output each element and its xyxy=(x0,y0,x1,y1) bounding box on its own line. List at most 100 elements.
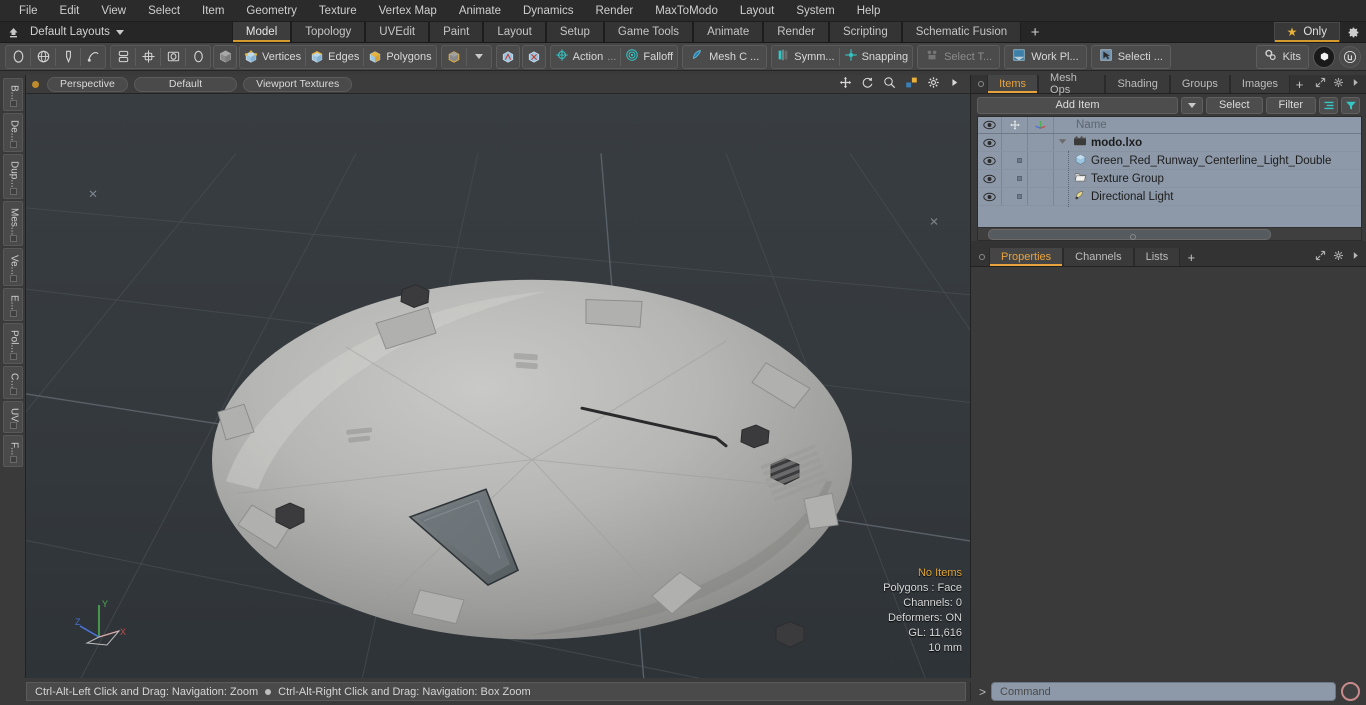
selection-sets-button[interactable]: Selecti ... xyxy=(1090,44,1171,69)
panel-splitter[interactable] xyxy=(971,241,1366,248)
mode-edges-button[interactable]: Edges xyxy=(306,46,363,68)
column-header-visibility[interactable] xyxy=(978,117,1002,133)
tree-item-directional-light[interactable]: Directional Light xyxy=(1054,189,1361,205)
menu-item-file[interactable]: File xyxy=(8,0,49,22)
globe-icon[interactable] xyxy=(31,46,55,68)
menu-item-render[interactable]: Render xyxy=(584,0,644,22)
vtab-curve[interactable]: C... xyxy=(2,365,23,400)
select-button[interactable]: Select xyxy=(1205,96,1263,114)
add-item-dropdown[interactable] xyxy=(1180,96,1203,114)
tab-schematic-fusion[interactable]: Schematic Fusion xyxy=(901,22,1022,42)
menu-item-texture[interactable]: Texture xyxy=(308,0,368,22)
unreal-logo-icon[interactable] xyxy=(1339,45,1361,68)
mode-vertices-button[interactable]: Vertices xyxy=(240,46,305,68)
transform-cell[interactable] xyxy=(1002,152,1028,169)
tree-item-scene[interactable]: modo.lxo xyxy=(1054,135,1361,150)
tab-shading[interactable]: Shading xyxy=(1105,75,1170,93)
layout-preset-dropdown[interactable]: Default Layouts xyxy=(26,22,134,42)
symmetry-button[interactable]: Symm... xyxy=(772,46,838,68)
menu-item-select[interactable]: Select xyxy=(137,0,191,22)
ellipse-icon[interactable] xyxy=(6,46,30,68)
tab-lists[interactable]: Lists xyxy=(1133,248,1181,266)
tab-model[interactable]: Model xyxy=(231,22,292,42)
select-through-icon[interactable] xyxy=(495,44,520,69)
tab-game-tools[interactable]: Game Tools xyxy=(603,22,694,42)
vtab-uv[interactable]: UV xyxy=(2,401,23,434)
home-up-icon[interactable] xyxy=(0,22,26,42)
pan-icon[interactable] xyxy=(839,76,852,92)
viewport-view-mode-dropdown[interactable]: Perspective xyxy=(47,76,128,92)
transform-cell[interactable] xyxy=(1002,188,1028,205)
table-row[interactable]: Texture Group xyxy=(978,170,1361,188)
cube-icon[interactable] xyxy=(213,44,237,69)
curve-icon[interactable] xyxy=(81,46,105,68)
panel-handle-icon[interactable] xyxy=(975,75,987,93)
menu-item-system[interactable]: System xyxy=(785,0,845,22)
tab-channels[interactable]: Channels xyxy=(1063,248,1134,266)
tree-item-texture-group[interactable]: Texture Group xyxy=(1054,171,1361,186)
menu-item-maxtomodo[interactable]: MaxToModo xyxy=(644,0,729,22)
oval-icon[interactable] xyxy=(186,46,210,68)
menu-item-animate[interactable]: Animate xyxy=(448,0,512,22)
tab-scripting[interactable]: Scripting xyxy=(828,22,902,42)
vtab-deform[interactable]: De... xyxy=(2,113,23,153)
funnel-icon[interactable] xyxy=(1341,96,1360,114)
chevron-right-icon[interactable] xyxy=(1351,78,1360,90)
menu-item-vertex-map[interactable]: Vertex Map xyxy=(368,0,448,22)
snapping-button[interactable]: Snapping xyxy=(840,46,913,68)
gear-icon[interactable] xyxy=(1333,77,1344,91)
zoom-icon[interactable] xyxy=(883,76,896,92)
rotate-icon[interactable] xyxy=(861,76,874,92)
gear-icon[interactable] xyxy=(1340,22,1366,42)
vtab-basic[interactable]: B... xyxy=(2,78,23,112)
pen-icon[interactable] xyxy=(56,46,80,68)
vtab-fusion[interactable]: F... xyxy=(2,435,23,467)
column-header-transform[interactable] xyxy=(1002,117,1028,133)
axis-cell[interactable] xyxy=(1028,188,1054,205)
gear-icon[interactable] xyxy=(1333,250,1344,264)
command-input[interactable]: Command xyxy=(991,682,1336,701)
kits-button[interactable]: Kits xyxy=(1255,44,1309,69)
menu-item-layout[interactable]: Layout xyxy=(729,0,786,22)
falloff-button[interactable]: Falloff xyxy=(621,46,677,68)
play-icon[interactable] xyxy=(949,77,960,91)
menu-item-geometry[interactable]: Geometry xyxy=(235,0,308,22)
select-through-button[interactable]: Select T... xyxy=(917,44,1001,69)
visibility-toggle[interactable] xyxy=(978,134,1002,151)
work-plane-button[interactable]: Work Pl... xyxy=(1004,44,1087,69)
table-row[interactable]: Green_Red_Runway_Centerline_Light_Double xyxy=(978,152,1361,170)
viewport-preset-dropdown[interactable]: Default xyxy=(133,76,238,92)
tab-topology[interactable]: Topology xyxy=(291,22,366,42)
tab-layout[interactable]: Layout xyxy=(483,22,546,42)
mesh-constraint-button[interactable]: Mesh C ... xyxy=(682,44,768,69)
chevron-right-icon[interactable] xyxy=(1351,251,1360,263)
vtab-polygon[interactable]: Pol... xyxy=(2,323,23,364)
tab-paint[interactable]: Paint xyxy=(429,22,484,42)
tab-properties[interactable]: Properties xyxy=(989,248,1064,266)
visibility-toggle[interactable] xyxy=(978,152,1002,169)
item-mode-dropdown[interactable] xyxy=(467,46,491,68)
table-row[interactable]: modo.lxo xyxy=(978,134,1361,152)
axis-cell[interactable] xyxy=(1028,134,1054,151)
fit-icon[interactable] xyxy=(905,76,918,92)
tab-animate[interactable]: Animate xyxy=(693,22,764,42)
gear-icon[interactable] xyxy=(927,76,940,92)
vtab-vertex[interactable]: Ve... xyxy=(2,248,23,287)
viewport-3d[interactable]: Y X Z No Items Polygons : Face Channels:… xyxy=(26,94,970,678)
tab-uvedit[interactable]: UVEdit xyxy=(365,22,430,42)
vtab-mesh[interactable]: Mes... xyxy=(2,200,23,247)
substance-logo-icon[interactable] xyxy=(1313,45,1335,68)
vtab-duplicate[interactable]: Dup... xyxy=(2,154,23,199)
panel-handle-icon[interactable] xyxy=(975,248,989,266)
tree-item-mesh[interactable]: Green_Red_Runway_Centerline_Light_Double xyxy=(1054,153,1361,169)
menu-item-view[interactable]: View xyxy=(90,0,137,22)
properties-panel-body[interactable] xyxy=(971,267,1366,678)
menu-item-dynamics[interactable]: Dynamics xyxy=(512,0,584,22)
list-icon[interactable] xyxy=(1319,96,1338,114)
mode-polygons-button[interactable]: Polygons xyxy=(364,46,435,68)
item-list-tree[interactable]: Name modo.lxo Green_Red_Runway_Centerlin… xyxy=(977,116,1362,241)
viewport-shading-dropdown[interactable]: Viewport Textures xyxy=(243,76,353,92)
square-icon[interactable] xyxy=(161,46,185,68)
center-icon[interactable] xyxy=(136,46,160,68)
action-center-button[interactable]: Action ... xyxy=(551,46,621,68)
